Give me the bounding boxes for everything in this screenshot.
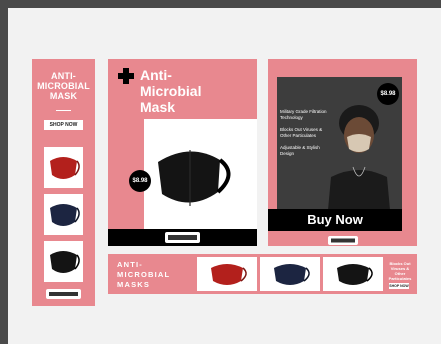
title-line: Microbial xyxy=(140,83,202,99)
black-mask-image xyxy=(150,134,240,224)
feature-item: Military Grade Filtration Technology xyxy=(280,109,327,120)
leaderboard-ad[interactable]: ANTI- MICROBIAL MASKS Blocks Out Viruses… xyxy=(108,254,417,294)
price-badge: $8.98 xyxy=(129,170,151,192)
black-mask-thumbnail[interactable] xyxy=(323,257,383,291)
navy-mask-thumbnail[interactable] xyxy=(260,257,320,291)
feature-list: Military Grade Filtration Technology Blo… xyxy=(280,109,328,163)
leaderboard-headline: ANTI- MICROBIAL MASKS xyxy=(117,260,170,290)
shop-now-button[interactable]: SHOP NOW xyxy=(389,283,409,289)
headline-line: MICROBIAL xyxy=(117,270,171,279)
title-line: Anti- xyxy=(140,67,172,83)
product-title: Anti- Microbial Mask xyxy=(140,67,201,115)
headline-line: ANTI- xyxy=(117,260,143,269)
brand-logo xyxy=(46,289,81,299)
red-mask-thumbnail[interactable] xyxy=(197,257,257,291)
title-line: Mask xyxy=(140,99,176,115)
divider xyxy=(56,110,71,111)
skyscraper-headline: ANTI-MICROBIAL MASK xyxy=(37,71,90,101)
feature-item: Blocks Out Viruses & Other Particulates xyxy=(280,127,323,138)
black-mask-thumbnail[interactable] xyxy=(44,241,83,282)
navy-mask-thumbnail[interactable] xyxy=(44,194,83,235)
buy-now-button[interactable]: Buy Now xyxy=(268,209,402,231)
headline-line: MASKS xyxy=(117,280,151,289)
price-badge: $8.98 xyxy=(377,83,399,105)
skyscraper-ad[interactable]: ANTI-MICROBIAL MASK SHOP NOW xyxy=(32,59,95,306)
plus-icon xyxy=(118,68,134,84)
red-mask-thumbnail[interactable] xyxy=(44,147,83,188)
shop-now-button[interactable]: SHOP NOW xyxy=(44,120,83,130)
brand-logo xyxy=(328,236,358,245)
square-photo-ad[interactable]: $8.98 Military Grade Filtration Technolo… xyxy=(268,59,417,246)
brand-logo xyxy=(165,232,200,243)
leaderboard-tagline: Blocks Out Viruses & Other Particulates xyxy=(388,261,412,281)
feature-item: Adjustable & Stylish Design xyxy=(280,145,320,156)
square-product-ad[interactable]: Anti- Microbial Mask $8.98 xyxy=(108,59,257,246)
